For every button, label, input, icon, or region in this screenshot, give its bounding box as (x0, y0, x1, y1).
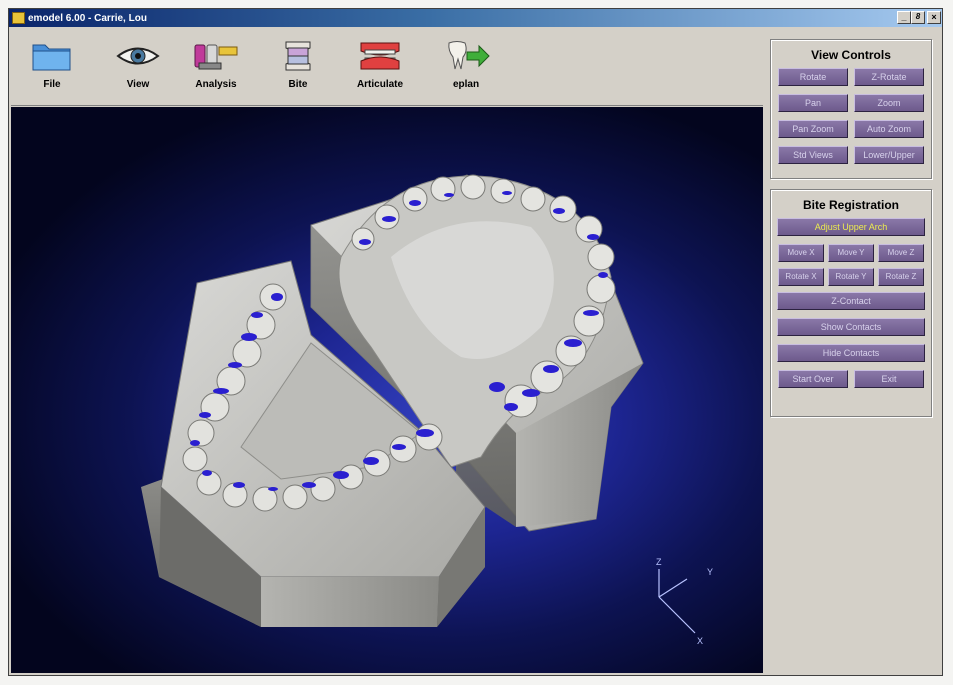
lower-upper-button[interactable]: Lower/Upper (854, 146, 924, 164)
axis-triad (658, 569, 696, 634)
right-control-panel: View Controls Rotate Z-Rotate Pan Zoom P… (765, 29, 942, 675)
folder-icon (32, 44, 71, 71)
main-toolbar: File View Analysis Bite Articulate eplan (11, 29, 763, 106)
restore-button[interactable]: 8 (911, 11, 925, 24)
bite-registration-title: Bite Registration (802, 198, 899, 212)
axis-label-z: Z (656, 557, 662, 567)
articulator-icon (360, 42, 400, 70)
view-controls-title: View Controls (811, 48, 891, 62)
toolbar-label: View (126, 79, 150, 90)
toolbar-eplan-button[interactable]: eplan (431, 35, 501, 101)
window-title: emodel 6.00 - Carrie, Lou (28, 12, 147, 24)
app-icon (12, 12, 25, 24)
close-button[interactable]: × (927, 11, 941, 24)
exit-button[interactable]: Exit (854, 370, 924, 388)
rotate-y-button[interactable]: Rotate Y (828, 268, 874, 286)
toolbar-bite-button[interactable]: Bite (263, 35, 333, 101)
minimize-button[interactable]: _ (897, 11, 911, 24)
eye-icon (116, 47, 160, 65)
rotate-z-button[interactable]: Rotate Z (878, 268, 924, 286)
toolbar-label: File (43, 79, 61, 90)
toolbar-label: Articulate (356, 79, 404, 90)
show-contacts-button[interactable]: Show Contacts (777, 318, 925, 336)
rotate-x-button[interactable]: Rotate X (778, 268, 824, 286)
std-views-button[interactable]: Std Views (778, 146, 848, 164)
toolbar-label: eplan (452, 79, 480, 90)
bite-icon (285, 41, 311, 71)
z-contact-button[interactable]: Z-Contact (777, 292, 925, 310)
dental-models-render: Z Y X (141, 174, 713, 646)
3d-viewport[interactable]: Z Y X (11, 107, 763, 673)
app-window: emodel 6.00 - Carrie, Lou _ 8 × File Vie… (8, 8, 943, 676)
toolbar-label: Bite (288, 79, 308, 90)
toolbar-file-button[interactable]: File (17, 35, 87, 101)
bite-registration-group: Bite Registration Adjust Upper Arch Move… (770, 189, 932, 417)
hide-contacts-button[interactable]: Hide Contacts (777, 344, 925, 362)
axis-label-x: X (697, 636, 703, 646)
zoom-button[interactable]: Zoom (854, 94, 924, 112)
toolbar-label: Analysis (195, 79, 237, 90)
move-z-button[interactable]: Move Z (878, 244, 924, 262)
toolbar-view-button[interactable]: View (103, 35, 173, 101)
view-controls-group: View Controls Rotate Z-Rotate Pan Zoom P… (770, 39, 932, 179)
move-x-button[interactable]: Move X (778, 244, 824, 262)
title-bar[interactable]: emodel 6.00 - Carrie, Lou _ 8 × (9, 9, 942, 27)
axis-label-y: Y (707, 567, 713, 577)
toolbar-articulate-button[interactable]: Articulate (345, 35, 415, 101)
caliper-icon (194, 44, 238, 70)
start-over-button[interactable]: Start Over (778, 370, 848, 388)
pan-button[interactable]: Pan (778, 94, 848, 112)
toolbar-analysis-button[interactable]: Analysis (181, 35, 251, 101)
auto-zoom-button[interactable]: Auto Zoom (854, 120, 924, 138)
pan-zoom-button[interactable]: Pan Zoom (778, 120, 848, 138)
z-rotate-button[interactable]: Z-Rotate (854, 68, 924, 86)
move-y-button[interactable]: Move Y (828, 244, 874, 262)
tooth-arrow-icon (448, 41, 490, 70)
rotate-button[interactable]: Rotate (778, 68, 848, 86)
adjust-upper-arch-button[interactable]: Adjust Upper Arch (777, 218, 925, 236)
